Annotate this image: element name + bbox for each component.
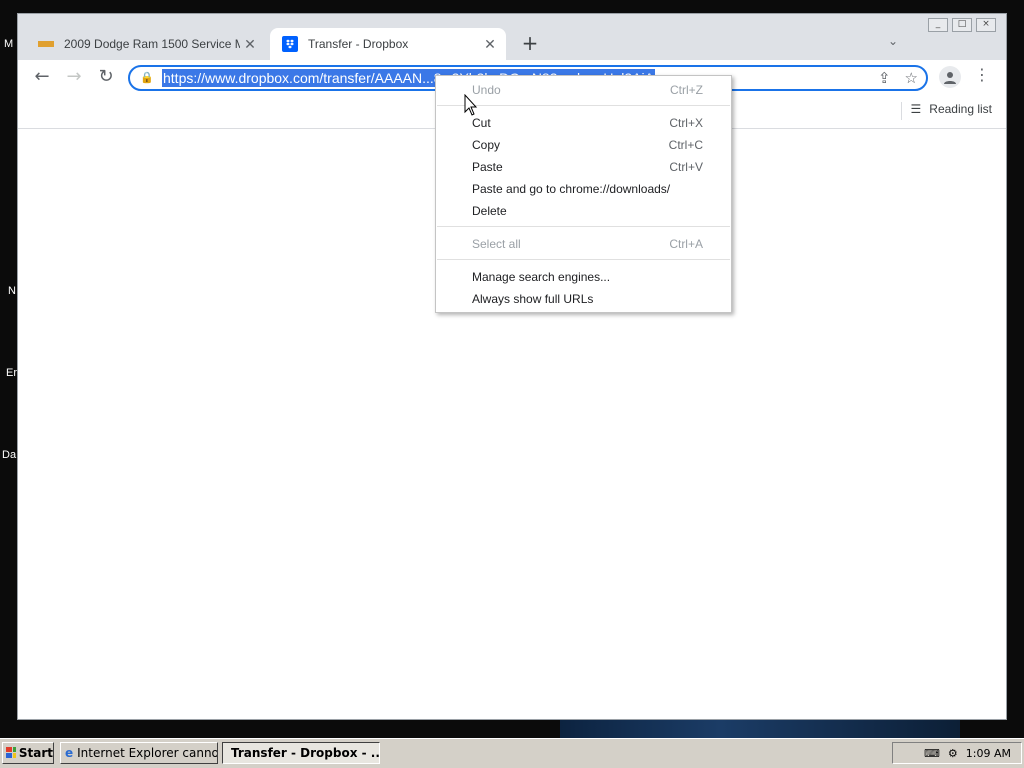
close-tab-icon[interactable]: ✕ [240, 36, 260, 53]
menu-item-cut[interactable]: Cut Ctrl+X [436, 112, 731, 134]
reading-list-label: Reading list [929, 102, 992, 116]
taskbar-item-chrome[interactable]: Transfer - Dropbox - ... [222, 742, 380, 764]
forward-arrow-icon[interactable]: → [62, 66, 86, 90]
context-menu: Undo Ctrl+Z Cut Ctrl+X Copy Ctrl+C Paste… [435, 75, 732, 313]
network-icon[interactable]: ⚙ [948, 747, 958, 760]
taskbar-item-internet-explorer[interactable]: e Internet Explorer cannot... [60, 742, 218, 764]
lock-icon[interactable]: 🔒 [140, 71, 154, 84]
new-tab-button[interactable]: + [518, 32, 542, 56]
chevron-down-icon[interactable]: ⌄ [888, 34, 898, 48]
profile-avatar-icon[interactable] [939, 66, 961, 88]
menu-item-undo[interactable]: Undo Ctrl+Z [436, 79, 731, 101]
keyboard-icon[interactable]: ⌨ [924, 747, 940, 760]
task-label: Internet Explorer cannot... [77, 746, 217, 760]
bookmark-star-icon[interactable]: ☆ [905, 69, 918, 87]
tab-dodge-manual[interactable]: 2009 Dodge Ram 1500 Service Manual ✕ [26, 28, 266, 60]
menu-separator [437, 105, 730, 106]
menu-item-select-all[interactable]: Select all Ctrl+A [436, 233, 731, 255]
system-tray: ⌨ ⚙ 1:09 AM [892, 742, 1022, 764]
close-tab-icon[interactable]: ✕ [480, 36, 500, 53]
menu-item-copy[interactable]: Copy Ctrl+C [436, 134, 731, 156]
clock[interactable]: 1:09 AM [966, 747, 1011, 760]
internet-explorer-icon: e [65, 746, 74, 760]
desktop-icon-label[interactable]: Da [2, 449, 16, 461]
menu-separator [437, 259, 730, 260]
reading-list-button[interactable]: ☰ Reading list [911, 102, 992, 116]
desktop-icon-label[interactable]: N [8, 285, 16, 297]
desktop-icon-label[interactable]: Er [6, 367, 17, 379]
tab-title: 2009 Dodge Ram 1500 Service Manual [64, 37, 240, 51]
start-button[interactable]: Start [2, 742, 54, 764]
menu-item-always-show-full-urls[interactable]: Always show full URLs [436, 288, 731, 310]
menu-item-paste[interactable]: Paste Ctrl+V [436, 156, 731, 178]
share-icon[interactable]: ⇪ [878, 69, 891, 87]
back-arrow-icon[interactable]: ← [30, 66, 54, 90]
menu-item-delete[interactable]: Delete [436, 200, 731, 222]
tab-title: Transfer - Dropbox [308, 37, 409, 51]
desktop-icon-label[interactable]: M [4, 38, 13, 50]
start-label: Start [18, 746, 53, 760]
tab-transfer-dropbox[interactable]: Transfer - Dropbox ✕ [270, 28, 506, 60]
dropbox-icon [282, 36, 298, 52]
separator [901, 102, 902, 120]
mouse-cursor-icon [464, 93, 478, 120]
task-label: Transfer - Dropbox - ... [231, 746, 380, 760]
reading-list-icon: ☰ [910, 102, 922, 116]
menu-item-paste-and-go[interactable]: Paste and go to chrome://downloads/ [436, 178, 731, 200]
tab-strip: 2009 Dodge Ram 1500 Service Manual ✕ Tra… [18, 14, 1006, 60]
omnibox-actions: ⇪ ☆ [878, 69, 918, 87]
menu-separator [437, 226, 730, 227]
menu-item-manage-search-engines[interactable]: Manage search engines... [436, 266, 731, 288]
taskbar: Start e Internet Explorer cannot... Tran… [0, 738, 1024, 768]
reload-icon[interactable]: ↻ [94, 66, 118, 90]
menu-dots-icon[interactable]: ⋮ [974, 65, 990, 84]
site-favicon-icon [38, 36, 54, 52]
windows-logo-icon [6, 747, 16, 758]
desktop-wallpaper [560, 718, 960, 738]
